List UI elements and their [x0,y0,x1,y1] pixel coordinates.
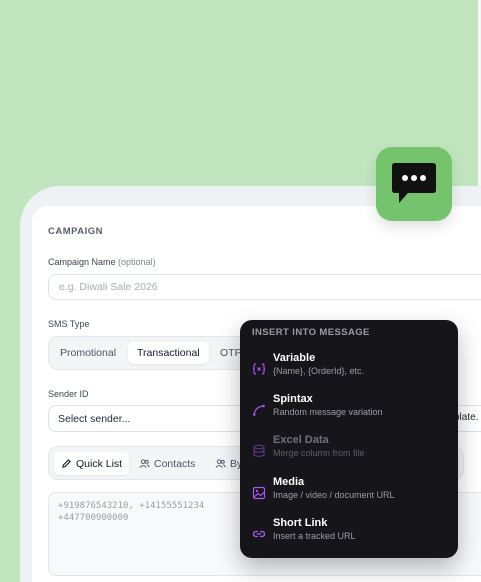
sms-type-label: SMS Type [48,319,90,329]
sender-id-label: Sender ID [48,389,89,399]
campaign-name-placeholder: e.g. Diwali Sale 2026 [59,281,158,293]
database-icon [253,444,265,458]
menu-item-label: Spintax [273,393,313,405]
menu-item-label: Media [273,476,305,488]
menu-item-label: Short Link [273,517,328,529]
numbers-placeholder: +919876543210, +14155551234 +44770090000… [58,501,205,523]
users-icon [139,459,150,468]
tab-contacts-label: Contacts [154,457,196,470]
pencil-icon [62,459,71,468]
menu-item-spintax[interactable]: Spintax Random message variation [240,393,458,431]
menu-item-label: Excel Data [273,434,329,446]
tab-quick-list[interactable]: Quick List [54,452,130,475]
menu-item-desc: {Name}, {OrderId}, etc. [273,366,365,376]
menu-item-desc: Image / video / document URL [273,490,395,500]
insert-menu: INSERT INTO MESSAGE Variable {Name}, {Or… [240,320,458,558]
campaign-name-label: Campaign Name (optional) [48,257,156,267]
menu-item-desc: Merge column from file [273,448,365,458]
menu-item-desc: Random message variation [273,407,383,417]
spintax-icon [253,404,265,416]
tab-quick-list-label: Quick List [76,457,123,470]
variable-icon [252,363,266,375]
menu-item-excel-data[interactable]: Excel Data Merge column from file [240,434,458,472]
menu-item-desc: Insert a tracked URL [273,531,356,541]
menu-item-label: Variable [273,352,316,364]
sender-select-value: Select sender... [58,412,131,425]
menu-item-short-link[interactable]: Short Link Insert a tracked URL [240,517,458,555]
sms-type-transactional[interactable]: Transactional [128,342,209,364]
link-icon [252,530,266,538]
menu-item-variable[interactable]: Variable {Name}, {OrderId}, etc. [240,352,458,390]
campaign-name-label-text: Campaign Name [48,257,116,267]
tab-by[interactable]: By [215,452,242,475]
insert-menu-title: INSERT INTO MESSAGE [252,327,370,338]
sms-type-otp[interactable]: OTP [220,342,242,364]
section-title: CAMPAIGN [48,226,104,237]
image-icon [252,486,266,500]
chat-app-icon [376,147,452,221]
menu-item-media[interactable]: Media Image / video / document URL [240,476,458,514]
campaign-name-input[interactable]: e.g. Diwali Sale 2026 [48,274,481,300]
tab-contacts[interactable]: Contacts [139,452,195,475]
optional-hint: (optional) [118,257,156,267]
sms-type-promotional[interactable]: Promotional [60,342,116,364]
users-icon [215,459,226,468]
